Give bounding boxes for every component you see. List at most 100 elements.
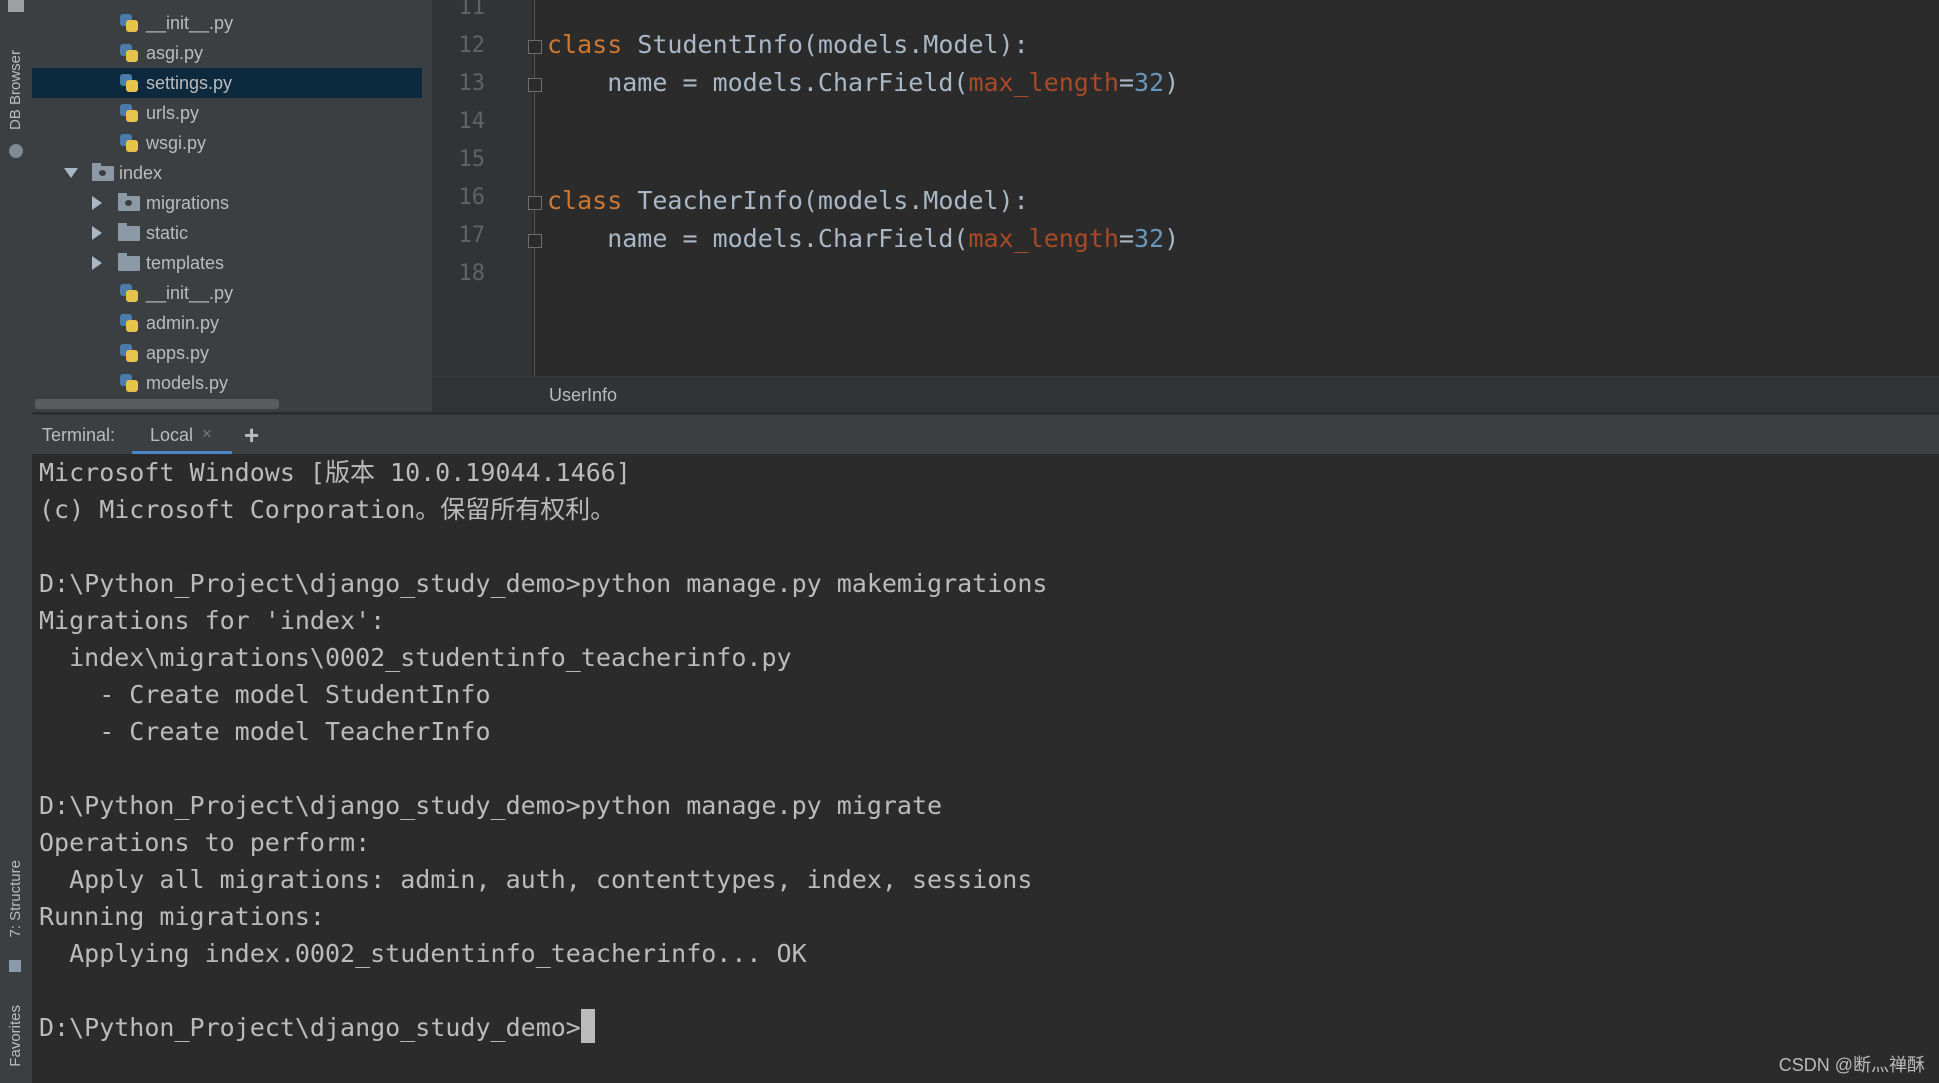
tree-item[interactable]: apps.py: [32, 338, 422, 368]
code-line-13[interactable]: name = models.CharField(max_length=32): [547, 64, 1179, 102]
terminal-output[interactable]: Microsoft Windows [版本 10.0.19044.1466] (…: [32, 454, 1939, 1083]
package-folder-icon: [118, 193, 140, 211]
terminal-line: Running migrations:: [39, 902, 325, 931]
tree-item-label: templates: [146, 253, 225, 273]
terminal-line: (c) Microsoft Corporation。保留所有权利。: [39, 495, 616, 524]
line-number: 15: [458, 147, 486, 172]
fold-toggle-icon[interactable]: [528, 40, 542, 54]
terminal-line: Apply all migrations: admin, auth, conte…: [39, 865, 1033, 894]
terminal-line: Operations to perform:: [39, 828, 371, 857]
tree-item-label: migrations: [146, 193, 230, 213]
python-file-icon: [120, 104, 138, 122]
terminal-tab-local[interactable]: Local ×: [132, 415, 232, 455]
python-file-icon: [120, 344, 138, 362]
tree-item[interactable]: urls.py: [32, 98, 422, 128]
tree-item-label: asgi.py: [146, 43, 204, 63]
code-text: StudentInfo(models.Model):: [622, 30, 1029, 59]
terminal-line: D:\Python_Project\django_study_demo>pyth…: [39, 791, 943, 820]
fold-end-icon[interactable]: [528, 78, 542, 92]
tree-item[interactable]: templates: [32, 248, 422, 278]
code-editor[interactable]: 11 12 13 14 15 16 17 18 class StudentInf…: [432, 0, 1939, 412]
code-text: ): [1164, 224, 1180, 253]
tree-item-label: apps.py: [146, 343, 210, 363]
tree-item[interactable]: wsgi.py: [32, 128, 422, 158]
db-browser-label: DB Browser: [7, 50, 24, 131]
database-icon: [9, 144, 23, 158]
favorites-tab[interactable]: Favorites: [0, 1005, 32, 1083]
code-line-17[interactable]: name = models.CharField(max_length=32): [547, 220, 1179, 258]
line-number: 11: [458, 0, 486, 20]
code-text: ): [1164, 68, 1180, 97]
terminal-line: Microsoft Windows [版本 10.0.19044.1466]: [39, 458, 631, 487]
keyword-token: class: [547, 30, 623, 59]
tree-item-label: index: [119, 163, 163, 183]
expand-arrow-icon[interactable]: [64, 168, 78, 178]
project-tree-panel: __init__.py asgi.py settings.py urls.py …: [32, 0, 432, 412]
code-line-16[interactable]: class TeacherInfo(models.Model):: [547, 182, 1029, 220]
collapse-arrow-icon[interactable]: [92, 226, 102, 240]
number-token: 32: [1134, 224, 1165, 253]
parameter-token: max_length: [968, 68, 1119, 97]
python-file-icon: [120, 374, 138, 392]
terminal-prompt: D:\Python_Project\django_study_demo>: [39, 1013, 581, 1042]
watermark: CSDN @断灬禅酥: [1778, 1055, 1925, 1075]
left-tool-strip: DB Browser 7: Structure Favorites: [0, 0, 33, 1083]
line-number: 18: [458, 261, 486, 286]
structure-icon: [9, 960, 21, 972]
terminal-line: Migrations for 'index':: [39, 606, 386, 635]
line-number: 17: [458, 223, 486, 248]
terminal-line: D:\Python_Project\django_study_demo>pyth…: [39, 569, 1048, 598]
fold-guide: [534, 0, 535, 376]
tree-item-label: models.py: [146, 373, 229, 393]
structure-tab[interactable]: 7: Structure: [0, 860, 32, 980]
tree-item-label: settings.py: [146, 73, 233, 93]
code-text: TeacherInfo(models.Model):: [622, 186, 1029, 215]
terminal-prompt-line[interactable]: D:\Python_Project\django_study_demo>: [39, 1009, 595, 1046]
folder-icon: [118, 223, 140, 241]
add-terminal-button[interactable]: +: [244, 420, 259, 451]
tree-item[interactable]: index: [32, 158, 422, 188]
tree-item[interactable]: models.py: [32, 368, 422, 398]
db-browser-tab[interactable]: DB Browser: [0, 44, 32, 164]
tree-item-label: __init__.py: [146, 283, 234, 303]
line-number: 12: [458, 33, 486, 58]
keyword-token: class: [547, 186, 623, 215]
tree-item-selected[interactable]: settings.py: [32, 68, 422, 98]
breadcrumb-item[interactable]: UserInfo: [549, 377, 617, 412]
tree-item[interactable]: __init__.py: [32, 8, 422, 38]
parameter-token: max_length: [968, 224, 1119, 253]
tree-item-label: __init__.py: [146, 13, 234, 33]
terminal-tab-bar: Terminal: Local × +: [32, 414, 1939, 455]
code-text: name = models.CharField(: [547, 68, 969, 97]
code-text: =: [1118, 68, 1135, 97]
code-text: name = models.CharField(: [547, 224, 969, 253]
favorites-label: Favorites: [7, 1005, 24, 1067]
terminal-title: Terminal:: [42, 425, 116, 445]
project-horizontal-scrollbar[interactable]: [35, 399, 279, 409]
python-file-icon: [120, 284, 138, 302]
python-file-icon: [120, 14, 138, 32]
collapse-arrow-icon[interactable]: [92, 256, 102, 270]
close-icon[interactable]: ×: [202, 424, 212, 444]
tree-item-label: urls.py: [146, 103, 200, 123]
tree-item[interactable]: migrations: [32, 188, 422, 218]
folder-icon: [118, 253, 140, 271]
project-icon[interactable]: [8, 0, 24, 12]
python-file-icon: [120, 314, 138, 332]
line-number: 13: [458, 71, 486, 96]
terminal-line: index\migrations\0002_studentinfo_teache…: [39, 643, 792, 672]
terminal-line: - Create model TeacherInfo: [39, 717, 491, 746]
fold-toggle-icon[interactable]: [528, 196, 542, 210]
tree-item[interactable]: static: [32, 218, 422, 248]
tree-item[interactable]: asgi.py: [32, 38, 422, 68]
fold-end-icon[interactable]: [528, 234, 542, 248]
tree-item[interactable]: __init__.py: [32, 278, 422, 308]
code-line-12[interactable]: class StudentInfo(models.Model):: [547, 26, 1029, 64]
ide-window: DB Browser 7: Structure Favorites __init…: [0, 0, 1939, 1083]
terminal-line: Applying index.0002_studentinfo_teacheri…: [39, 939, 807, 968]
tree-item[interactable]: admin.py: [32, 308, 422, 338]
python-file-icon: [120, 134, 138, 152]
python-file-icon: [120, 44, 138, 62]
collapse-arrow-icon[interactable]: [92, 196, 102, 210]
tree-item-label: admin.py: [146, 313, 220, 333]
